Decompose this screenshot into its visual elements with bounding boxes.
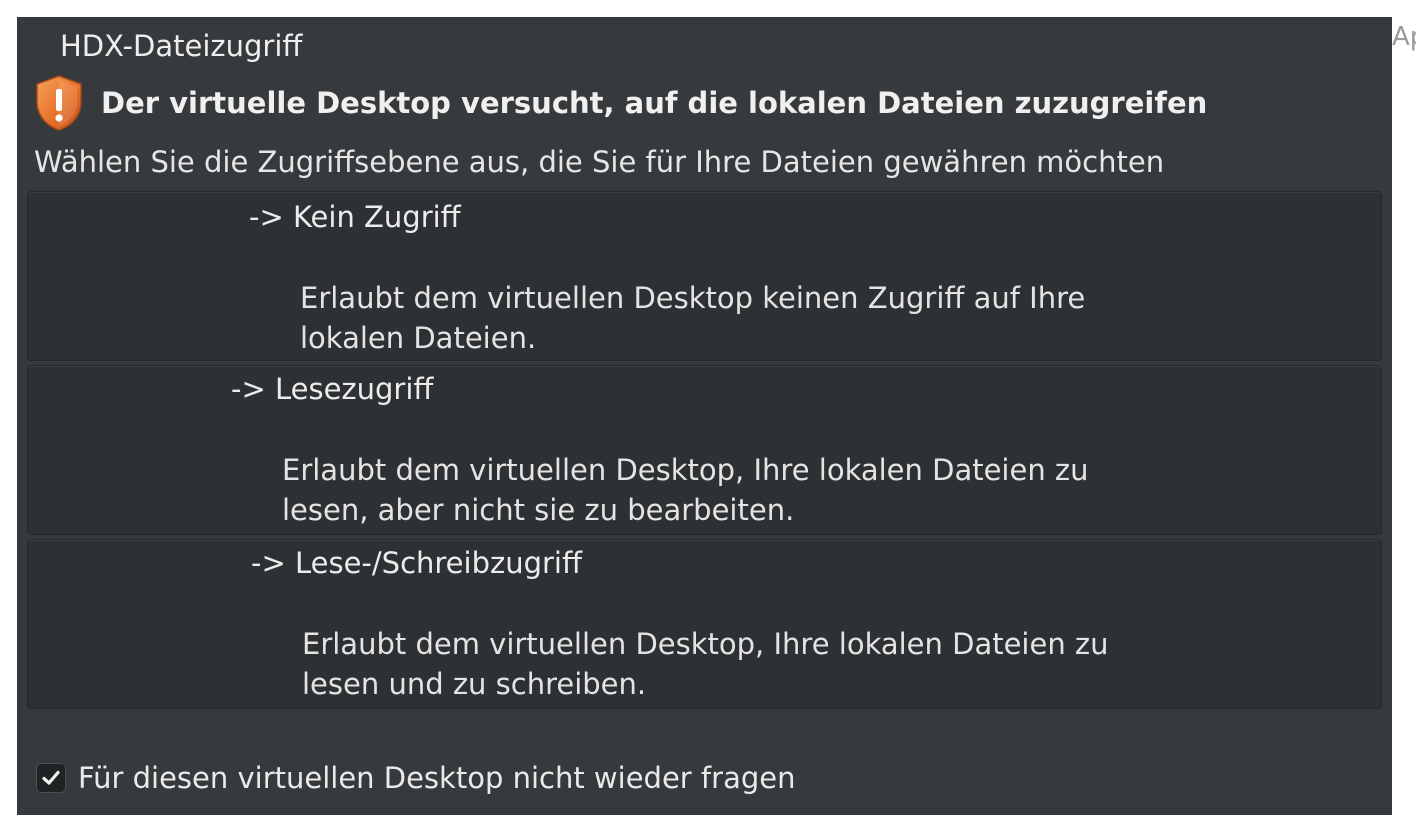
option-read-access[interactable]: -> Lesezugriff Erlaubt dem virtuellen De… (27, 365, 1382, 535)
shield-warning-icon (36, 75, 82, 131)
dont-ask-again-checkbox[interactable] (36, 763, 66, 793)
dialog-title: HDX-Dateizugriff (60, 29, 303, 63)
hdx-file-access-dialog: HDX-Dateizugriff Der virtuelle Desktop v… (17, 17, 1392, 815)
warning-header: Der virtuelle Desktop versucht, auf die … (33, 74, 1207, 132)
option-title: -> Lese-/Schreibzugriff (251, 546, 582, 580)
background-window-text: Ap (1392, 22, 1416, 52)
dont-ask-again-row[interactable]: Für diesen virtuellen Desktop nicht wied… (36, 761, 795, 795)
dialog-heading: Der virtuelle Desktop versucht, auf die … (101, 86, 1208, 120)
option-title: -> Kein Zugriff (249, 200, 461, 234)
option-description: Erlaubt dem virtuellen Desktop keinen Zu… (300, 281, 1086, 355)
dialog-subtitle: Wählen Sie die Zugriffsebene aus, die Si… (34, 145, 1165, 179)
option-description: Erlaubt dem virtuellen Desktop, Ihre lok… (282, 453, 1089, 527)
option-description: Erlaubt dem virtuellen Desktop, Ihre lok… (302, 627, 1109, 701)
option-title: -> Lesezugriff (231, 372, 434, 406)
option-no-access[interactable]: -> Kein Zugriff Erlaubt dem virtuellen D… (27, 191, 1382, 361)
checkmark-icon (42, 770, 60, 785)
option-read-write-access[interactable]: -> Lese-/Schreibzugriff Erlaubt dem virt… (27, 539, 1382, 709)
dont-ask-again-label[interactable]: Für diesen virtuellen Desktop nicht wied… (78, 761, 795, 795)
